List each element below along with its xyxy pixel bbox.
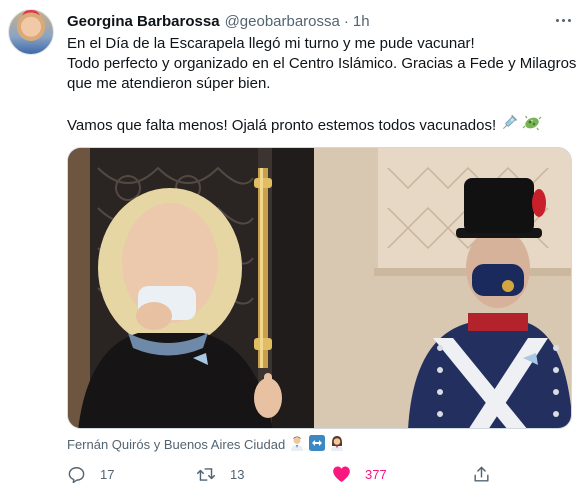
retweet-count: 13 <box>230 466 245 482</box>
share-button[interactable] <box>472 463 491 485</box>
man-doctor-emoji <box>289 435 305 454</box>
like-count: 377 <box>365 466 387 482</box>
tweet-photo[interactable] <box>67 147 572 429</box>
tweet-card[interactable]: Georgina Barbarossa @geobarbarossa · 1h … <box>0 0 587 496</box>
share-icon <box>472 465 491 484</box>
microbe-icon <box>522 114 542 138</box>
like-button[interactable]: 377 <box>332 463 387 485</box>
tagged-users[interactable]: Fernán Quirós y Buenos Aires Ciudad <box>67 434 345 454</box>
tweet-line: Vamos que falta menos! Ojalá pronto este… <box>67 116 497 134</box>
reply-button[interactable]: 17 <box>67 463 114 485</box>
separator-dot: · <box>343 12 349 30</box>
syringe-icon <box>500 114 518 138</box>
tweet-line-with-emoji: Vamos que falta menos! Ojalá pronto este… <box>67 114 577 138</box>
tweet-line: En el Día de la Escarapela llegó mi turn… <box>67 35 475 52</box>
user-handle[interactable]: @geobarbarossa <box>225 13 340 30</box>
avatar[interactable] <box>8 9 54 55</box>
retweet-icon <box>196 465 216 484</box>
tagged-users-text: Fernán Quirós y Buenos Aires Ciudad <box>67 436 286 452</box>
display-name[interactable]: Georgina Barbarossa <box>67 13 220 30</box>
heart-filled-icon <box>332 465 351 483</box>
tweet-line: que me atendieron súper bien. <box>67 75 271 92</box>
more-options-icon[interactable] <box>551 12 575 28</box>
tweet-actions: 17 13 377 <box>67 463 497 485</box>
retweet-button[interactable]: 13 <box>196 463 244 485</box>
tweet-line: Todo perfecto y organizado en el Centro … <box>67 55 577 72</box>
reply-count: 17 <box>100 466 115 482</box>
tweet-text: En el Día de la Escarapela llegó mi turn… <box>67 34 577 138</box>
woman-emoji <box>329 435 345 454</box>
left-right-arrow-emoji <box>309 434 326 454</box>
tweet-header: Georgina Barbarossa @geobarbarossa · 1h <box>67 11 370 31</box>
reply-icon <box>67 465 86 484</box>
timestamp[interactable]: 1h <box>353 13 370 30</box>
